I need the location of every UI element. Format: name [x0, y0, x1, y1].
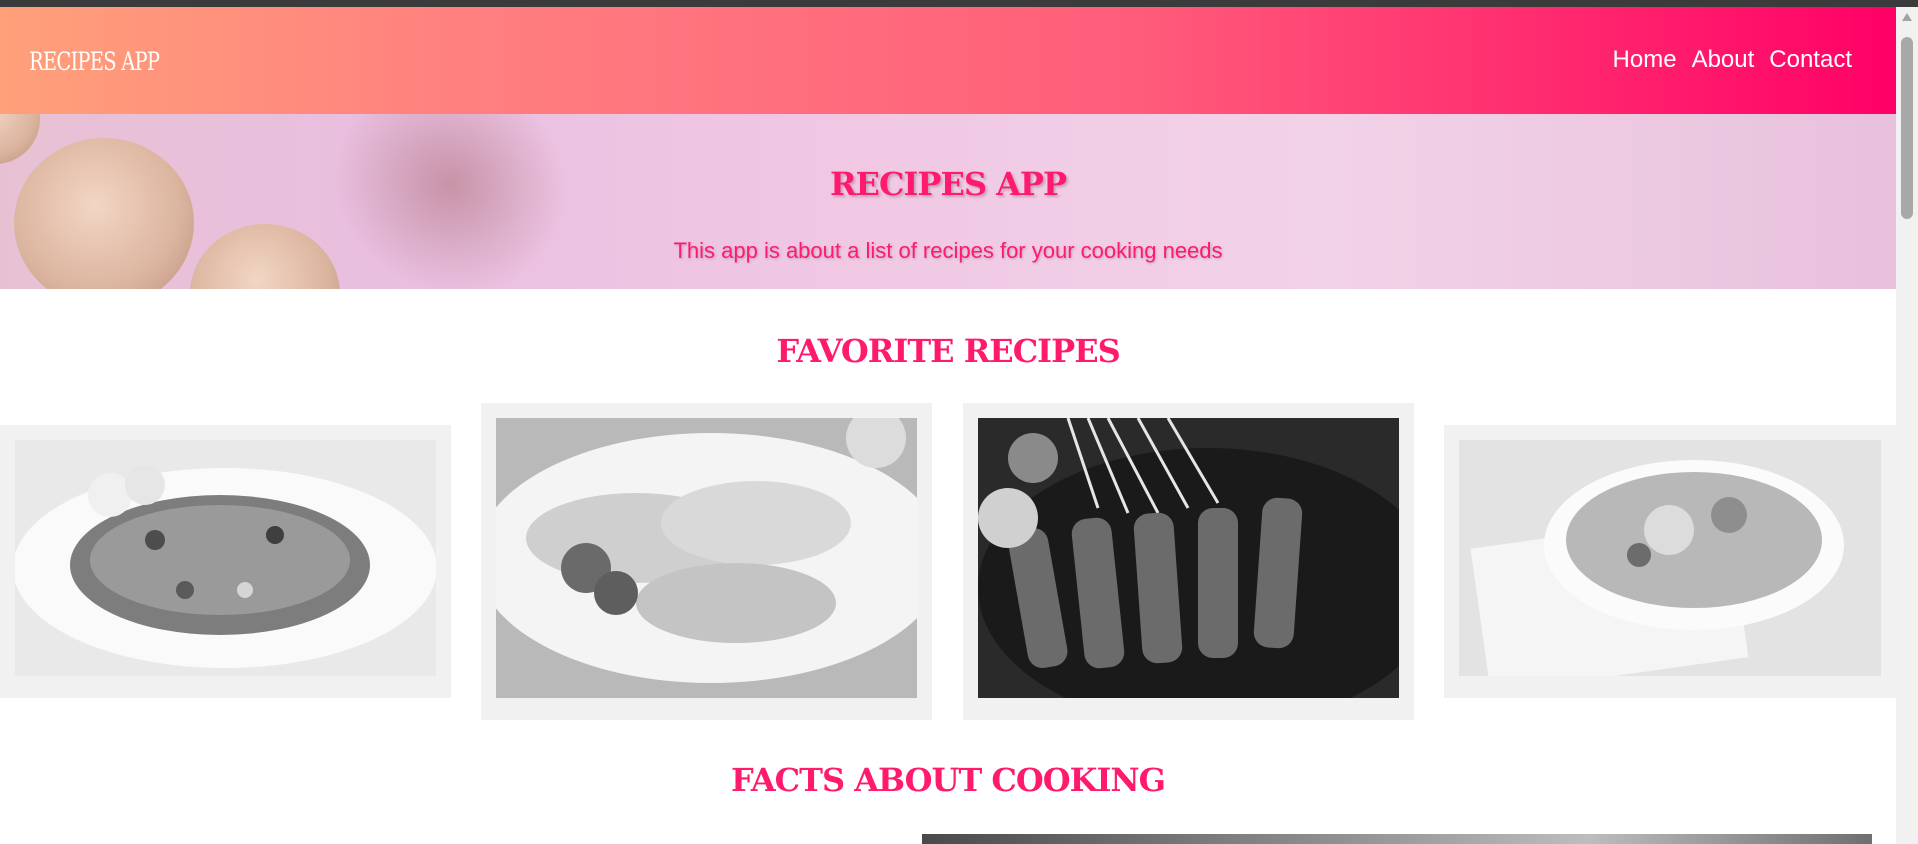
hero-banner: RECIPES APP This app is about a list of … [0, 114, 1896, 289]
soup-bowl-photo [1459, 440, 1881, 676]
recipe-card-2[interactable] [481, 403, 932, 720]
brand-logo[interactable]: RECIPES APP [29, 47, 160, 76]
omelette-photo [496, 418, 917, 698]
navbar: RECIPES APP Home About Contact [0, 7, 1896, 114]
scrollbar[interactable] [1896, 7, 1918, 844]
soup-image [1459, 440, 1881, 676]
browser-top-line [0, 0, 1918, 7]
fried-rice-image [15, 440, 436, 676]
satay-skewers-photo [978, 418, 1399, 698]
nav-links: Home About Contact [1613, 46, 1852, 74]
facts-about-cooking-title: FACTS ABOUT COOKING [731, 761, 1166, 799]
recipe-card-1[interactable] [0, 425, 451, 698]
hero-subtitle: This app is about a list of recipes for … [673, 238, 1223, 263]
fried-rice-photo [15, 440, 436, 676]
favorite-recipes-title: FAVORITE RECIPES [776, 332, 1120, 370]
omelette-image [496, 418, 917, 698]
satay-image [978, 418, 1399, 698]
facts-image [922, 834, 1872, 844]
nav-link-about[interactable]: About [1692, 46, 1755, 74]
recipe-card-3[interactable] [963, 403, 1414, 720]
nav-link-contact[interactable]: Contact [1769, 46, 1852, 74]
nav-link-home[interactable]: Home [1613, 46, 1677, 74]
scroll-up-arrow-icon[interactable] [1902, 13, 1912, 21]
recipe-card-4[interactable] [1444, 425, 1896, 698]
hero-title: RECIPES APP [829, 165, 1067, 204]
scrollbar-thumb[interactable] [1901, 37, 1913, 219]
